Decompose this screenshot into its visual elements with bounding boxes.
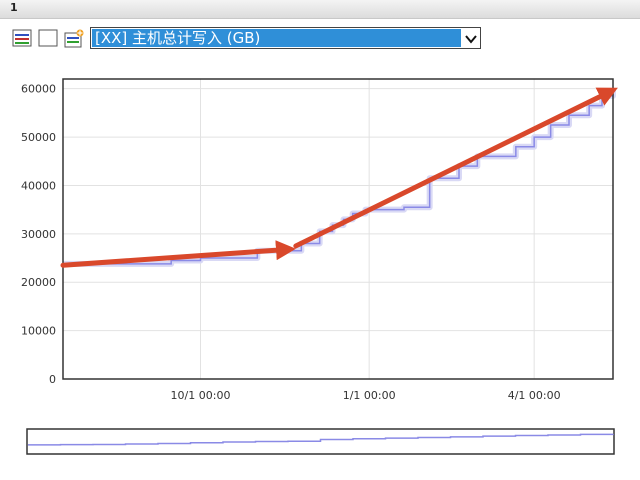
- chevron-down-icon[interactable]: [464, 31, 478, 45]
- x-tick-label: 4/1 00:00: [508, 389, 561, 402]
- overview-chart[interactable]: [26, 428, 616, 456]
- y-tick-label: 40000: [21, 179, 56, 192]
- trend-arrow: [293, 87, 618, 249]
- y-tick-label: 10000: [21, 325, 56, 338]
- plot-area-frame: [62, 78, 614, 380]
- y-tick-label: 20000: [21, 276, 56, 289]
- window-titlebar: 1: [0, 0, 640, 19]
- series-line: [63, 88, 614, 265]
- x-tick-label: 10/1 00:00: [171, 389, 231, 402]
- series-line-shadow: [63, 88, 616, 267]
- x-tick-label: 1/1 00:00: [343, 389, 396, 402]
- main-chart[interactable]: 0 10000 20000 30000 40000 50000 60000 10/1 00:…: [0, 70, 640, 480]
- y-tick-label: 0: [49, 373, 56, 386]
- window-title: 1: [10, 1, 18, 14]
- y-tick-label: 60000: [21, 83, 56, 96]
- chart-add-icon[interactable]: [64, 29, 84, 48]
- chart-lines-icon[interactable]: [12, 29, 32, 47]
- blank-square-icon[interactable]: [38, 29, 58, 47]
- y-tick-label: 30000: [21, 228, 56, 241]
- y-tick-label: 50000: [21, 131, 56, 144]
- metric-select-value: [XX] 主机总计写入 (GB): [92, 29, 461, 47]
- metric-select[interactable]: [XX] 主机总计写入 (GB): [90, 27, 481, 49]
